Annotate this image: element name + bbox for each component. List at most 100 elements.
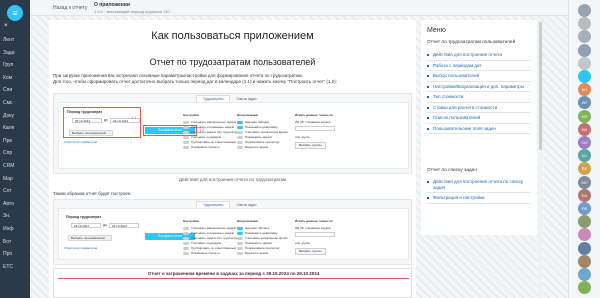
sidebar-item[interactable]: Мар bbox=[0, 173, 30, 186]
toggle-switch[interactable] bbox=[183, 125, 189, 129]
avatar[interactable] bbox=[578, 241, 591, 255]
avatar[interactable]: ИП bbox=[578, 96, 591, 110]
select-groups-button[interactable]: Выбрать группы bbox=[295, 142, 326, 149]
menu-link[interactable]: Настройки/Визуализация и доп. параметры bbox=[427, 82, 531, 92]
sidebar-item[interactable]: Лент bbox=[0, 34, 30, 47]
toggle-switch[interactable] bbox=[237, 120, 243, 124]
page-scrollbar[interactable] bbox=[538, 20, 542, 298]
task-search-input[interactable] bbox=[295, 126, 335, 131]
toggle-switch[interactable] bbox=[237, 140, 243, 144]
reset-params-link[interactable]: Сброс всех параметров bbox=[64, 140, 97, 144]
task-search-input-2[interactable] bbox=[295, 232, 335, 237]
avatar[interactable]: РВ bbox=[578, 202, 591, 215]
menu-link[interactable]: Ставки для расчета стоимости bbox=[427, 103, 531, 113]
bell-icon[interactable] bbox=[578, 30, 591, 44]
avatar[interactable] bbox=[578, 215, 591, 229]
select-users-button-2[interactable]: Выбрать пользователей bbox=[68, 235, 112, 241]
menu-link[interactable]: Тип стоимости bbox=[427, 92, 531, 103]
toggle-row[interactable]: Выделять время bbox=[237, 251, 288, 256]
toggle-switch[interactable] bbox=[183, 145, 189, 149]
toggle-switch[interactable] bbox=[237, 135, 243, 139]
clock-icon[interactable] bbox=[578, 17, 591, 31]
date-from-field-2[interactable]: 29.10.2024 bbox=[71, 223, 101, 228]
toggle-switch[interactable] bbox=[237, 226, 243, 230]
avatar[interactable] bbox=[578, 268, 591, 281]
toggle-switch[interactable] bbox=[237, 130, 243, 134]
avatar[interactable] bbox=[578, 281, 591, 295]
plus-icon[interactable] bbox=[578, 70, 591, 83]
toggle-switch[interactable] bbox=[183, 241, 189, 245]
chat-icon[interactable] bbox=[578, 43, 591, 57]
toggle-switch[interactable] bbox=[183, 226, 189, 230]
sidebar-item[interactable]: Бот bbox=[0, 236, 30, 249]
toggle-row[interactable]: Показывать проекты bbox=[183, 251, 239, 256]
toggle-switch[interactable] bbox=[183, 236, 189, 240]
menu-link[interactable]: Фильтрация и настройки bbox=[427, 193, 531, 204]
toggle-row[interactable]: Показывать проекты bbox=[183, 145, 239, 150]
avatar[interactable]: КН bbox=[578, 83, 591, 97]
toggle-switch[interactable] bbox=[183, 120, 189, 124]
menu-link[interactable]: Пользовательские поля задач bbox=[427, 124, 531, 134]
toggle-switch[interactable] bbox=[237, 231, 243, 235]
avatar[interactable] bbox=[578, 254, 591, 268]
sidebar-item[interactable]: Пре bbox=[0, 135, 30, 148]
sidebar-item[interactable]: Про bbox=[0, 248, 30, 261]
toggle-switch[interactable] bbox=[237, 236, 243, 240]
toggle-switch[interactable] bbox=[183, 135, 189, 139]
menu-link[interactable]: Выбор пользователей bbox=[427, 71, 531, 82]
sidebar-item[interactable]: Кале bbox=[0, 122, 30, 135]
sidebar-item[interactable]: Спр bbox=[0, 147, 30, 160]
menu-link[interactable]: Действия для построения отчета bbox=[427, 50, 531, 61]
avatar[interactable] bbox=[578, 228, 591, 242]
sidebar-item[interactable]: Груп bbox=[0, 59, 30, 72]
menu-link[interactable]: Список пользователей bbox=[427, 113, 531, 124]
avatar[interactable]: КВ bbox=[578, 122, 591, 136]
sidebar-item[interactable]: Ком bbox=[0, 72, 30, 85]
toggle-switch[interactable] bbox=[183, 246, 189, 250]
sidebar-item[interactable]: Инф bbox=[0, 223, 30, 236]
sidebar-item[interactable]: Зада bbox=[0, 47, 30, 60]
toggle-switch[interactable] bbox=[237, 241, 243, 245]
toggle-switch[interactable] bbox=[237, 145, 243, 149]
toggle-switch[interactable] bbox=[237, 125, 243, 129]
sidebar-item[interactable]: Доку bbox=[0, 110, 30, 123]
reset-params-link-2[interactable]: Сброс всех параметров bbox=[64, 246, 97, 250]
date-to-field-2[interactable]: 29.10.2024 bbox=[109, 223, 139, 228]
search-icon[interactable] bbox=[578, 4, 591, 17]
toggle-switch[interactable] bbox=[183, 130, 189, 134]
toggle-row[interactable]: Выделять время bbox=[237, 145, 288, 150]
avatar[interactable]: АС bbox=[578, 149, 591, 163]
sidebar-item[interactable]: Сот bbox=[0, 185, 30, 198]
close-icon[interactable]: × bbox=[4, 23, 8, 29]
toggle-label: Показывать проекты bbox=[191, 251, 220, 255]
sidebar-item[interactable]: Зн. bbox=[0, 210, 30, 223]
menu-icon[interactable]: ≡ bbox=[7, 5, 23, 21]
select-users-button[interactable]: Выбрать пользователей bbox=[69, 130, 113, 136]
phone-icon[interactable] bbox=[578, 56, 591, 70]
back-to-report-link[interactable]: Назад к отчету bbox=[53, 5, 87, 11]
avatar[interactable]: НП bbox=[578, 109, 591, 123]
sidebar-item[interactable]: Спи bbox=[0, 84, 30, 97]
menu-link[interactable]: Работа с периодом дат bbox=[427, 61, 531, 71]
tab-workload[interactable]: Трудозатраты bbox=[196, 95, 231, 102]
toggle-switch[interactable] bbox=[183, 140, 189, 144]
scrollbar-thumb[interactable] bbox=[538, 22, 542, 150]
select-groups-button-2[interactable]: Выбрать группы bbox=[295, 248, 326, 255]
toggle-label: Учитывать отложенные задачи bbox=[191, 231, 235, 235]
menu-link[interactable]: Действия для построения отчета по списку… bbox=[427, 177, 531, 193]
avatar[interactable]: МС bbox=[578, 175, 591, 189]
sidebar-item[interactable]: ETC bbox=[0, 261, 30, 274]
toggle-switch[interactable] bbox=[237, 246, 243, 250]
screenshot-tabs: Трудозатраты Список задач bbox=[196, 95, 262, 102]
toggle-switch[interactable] bbox=[237, 251, 243, 255]
sidebar-item[interactable]: Смс bbox=[0, 97, 30, 110]
toggle-switch[interactable] bbox=[183, 231, 189, 235]
avatar[interactable]: СМ bbox=[578, 136, 591, 149]
avatar[interactable]: ВК bbox=[578, 162, 591, 176]
tab-workload-2[interactable]: Трудозатраты bbox=[196, 201, 231, 208]
date-from-field[interactable]: 29.10.2024 bbox=[72, 118, 102, 123]
avatar[interactable]: БК bbox=[578, 188, 591, 202]
toggle-switch[interactable] bbox=[183, 251, 189, 255]
sidebar-item[interactable]: CRM bbox=[0, 160, 30, 173]
sidebar-item[interactable]: Авто bbox=[0, 198, 30, 211]
